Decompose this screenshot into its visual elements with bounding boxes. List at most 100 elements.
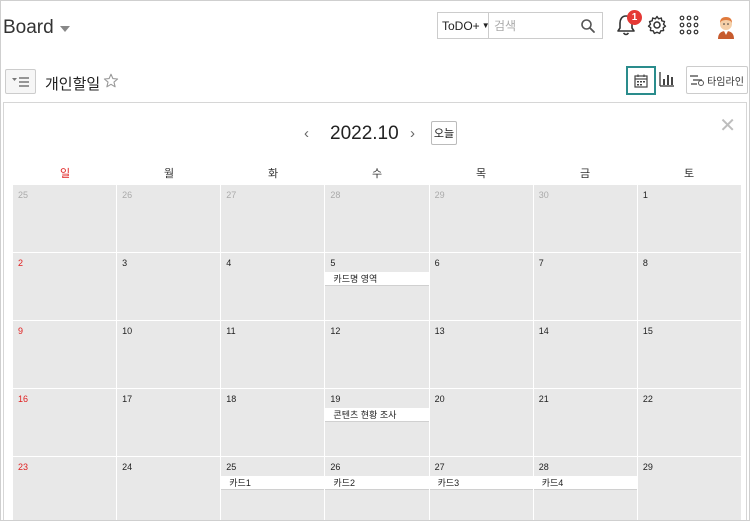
weekday-wed: 수 bbox=[371, 168, 383, 180]
day-cell[interactable]: 13 bbox=[429, 321, 533, 388]
event-card[interactable]: 카드4 bbox=[533, 476, 637, 490]
day-cell[interactable]: 16 bbox=[13, 389, 117, 456]
event-card[interactable]: 카드1 bbox=[221, 476, 325, 490]
day-cell[interactable]: 28 bbox=[325, 185, 429, 252]
search-scope-value: ToDO+ bbox=[442, 18, 480, 33]
weekday-tue: 화 bbox=[267, 168, 279, 180]
timeline-label: 타임라인 bbox=[707, 76, 744, 88]
day-number: 5 bbox=[330, 258, 336, 268]
day-cell[interactable]: 3 bbox=[117, 253, 221, 320]
day-number: 25 bbox=[18, 190, 29, 200]
day-number: 30 bbox=[538, 190, 549, 200]
day-cell[interactable]: 24 bbox=[117, 457, 221, 520]
day-cell[interactable]: 22 bbox=[637, 389, 741, 456]
day-cell[interactable]: 26 카드2 bbox=[325, 457, 429, 520]
calendar-grid: 25 26 27 28 29 30 1 2 3 4 5 카드명 영역 6 7 8 9 10 11 12 13 14 15 1… bbox=[13, 185, 741, 520]
event-card[interactable]: 카드2 bbox=[325, 476, 429, 490]
day-cell[interactable]: 25 카드1 bbox=[221, 457, 325, 520]
board-title-dropdown[interactable]: Board bbox=[3, 17, 70, 39]
board-title: Board bbox=[3, 17, 54, 38]
timeline-icon bbox=[690, 75, 705, 86]
day-cell[interactable]: 9 bbox=[13, 321, 117, 388]
day-cell[interactable]: 17 bbox=[117, 389, 221, 456]
day-cell[interactable]: 14 bbox=[533, 321, 637, 388]
user-avatar[interactable] bbox=[714, 13, 738, 39]
day-number: 1 bbox=[642, 190, 648, 200]
day-number: 21 bbox=[538, 394, 549, 404]
page-title: 개인할일 bbox=[45, 76, 101, 93]
day-cell[interactable]: 29 bbox=[429, 185, 533, 252]
day-number: 7 bbox=[538, 258, 544, 268]
day-cell[interactable]: 25 bbox=[13, 185, 117, 252]
day-number: 26 bbox=[330, 462, 341, 472]
day-cell[interactable]: 28 카드4 bbox=[533, 457, 637, 520]
day-number: 4 bbox=[226, 258, 232, 268]
day-cell[interactable]: 27 bbox=[221, 185, 325, 252]
day-number: 27 bbox=[434, 462, 445, 472]
filter-icon bbox=[11, 76, 29, 87]
day-cell[interactable]: 4 bbox=[221, 253, 325, 320]
chart-view-icon[interactable] bbox=[659, 71, 675, 87]
weekday-header: 일 월 화 수 목 금 토 bbox=[13, 165, 741, 185]
calendar-view-button[interactable] bbox=[626, 66, 656, 95]
day-cell[interactable]: 6 bbox=[429, 253, 533, 320]
prev-month-button[interactable]: ‹ bbox=[304, 125, 309, 142]
day-cell[interactable]: 10 bbox=[117, 321, 221, 388]
caret-down-icon bbox=[59, 26, 70, 32]
top-bar: Board ToDO+ ▼ 1 bbox=[1, 1, 749, 53]
day-cell[interactable]: 8 bbox=[637, 253, 741, 320]
calendar-nav: ‹ 2022.10 › 오늘 bbox=[4, 121, 748, 149]
calendar-panel: ✕ ‹ 2022.10 › 오늘 일 월 화 수 목 금 토 25 26 27 28 2… bbox=[3, 102, 748, 520]
day-number: 28 bbox=[330, 190, 341, 200]
weekday-sun: 일 bbox=[59, 168, 71, 180]
day-cell[interactable]: 18 bbox=[221, 389, 325, 456]
day-number: 2 bbox=[18, 258, 24, 268]
weekday-thu: 목 bbox=[475, 168, 487, 180]
star-icon[interactable] bbox=[103, 73, 119, 89]
today-button[interactable]: 오늘 bbox=[431, 121, 457, 145]
day-cell[interactable]: 30 bbox=[533, 185, 637, 252]
day-number: 6 bbox=[434, 258, 440, 268]
day-cell[interactable]: 12 bbox=[325, 321, 429, 388]
day-cell[interactable]: 21 bbox=[533, 389, 637, 456]
day-number: 23 bbox=[18, 462, 29, 472]
day-number: 29 bbox=[434, 190, 445, 200]
weekday-sat: 토 bbox=[683, 168, 695, 180]
board-page: Board ToDO+ ▼ 1 bbox=[0, 0, 750, 521]
day-cell[interactable]: 1 bbox=[637, 185, 741, 252]
day-number: 20 bbox=[434, 394, 445, 404]
search-scope-select[interactable]: ToDO+ ▼ bbox=[438, 13, 490, 38]
search-icon[interactable] bbox=[580, 18, 596, 34]
event-card[interactable]: 카드3 bbox=[429, 476, 533, 490]
search-input[interactable] bbox=[489, 13, 581, 38]
day-cell[interactable]: 7 bbox=[533, 253, 637, 320]
weekday-fri: 금 bbox=[579, 168, 591, 180]
timeline-button[interactable]: 타임라인 bbox=[686, 66, 748, 94]
day-cell[interactable]: 11 bbox=[221, 321, 325, 388]
event-card[interactable]: 콘텐츠 현황 조사 bbox=[325, 408, 429, 422]
day-number: 15 bbox=[642, 326, 653, 336]
day-number: 11 bbox=[226, 326, 236, 336]
day-number: 25 bbox=[226, 462, 237, 472]
apps-grid-icon[interactable] bbox=[679, 15, 699, 35]
day-number: 27 bbox=[226, 190, 237, 200]
filter-button[interactable] bbox=[5, 69, 36, 94]
day-cell[interactable]: 2 bbox=[13, 253, 117, 320]
day-number: 12 bbox=[330, 326, 341, 336]
event-card[interactable]: 카드명 영역 bbox=[325, 272, 429, 286]
day-cell[interactable]: 5 카드명 영역 bbox=[325, 253, 429, 320]
day-cell[interactable]: 29 bbox=[637, 457, 741, 520]
day-cell[interactable]: 20 bbox=[429, 389, 533, 456]
day-cell[interactable]: 19 콘텐츠 현황 조사 bbox=[325, 389, 429, 456]
next-month-button[interactable]: › bbox=[410, 125, 415, 142]
gear-icon[interactable] bbox=[647, 15, 667, 35]
day-cell[interactable]: 15 bbox=[637, 321, 741, 388]
day-cell[interactable]: 23 bbox=[13, 457, 117, 520]
day-cell[interactable]: 26 bbox=[117, 185, 221, 252]
day-number: 17 bbox=[122, 394, 133, 404]
day-cell[interactable]: 27 카드3 bbox=[429, 457, 533, 520]
day-number: 13 bbox=[434, 326, 445, 336]
day-number: 8 bbox=[642, 258, 648, 268]
day-number: 16 bbox=[18, 394, 29, 404]
day-number: 18 bbox=[226, 394, 237, 404]
